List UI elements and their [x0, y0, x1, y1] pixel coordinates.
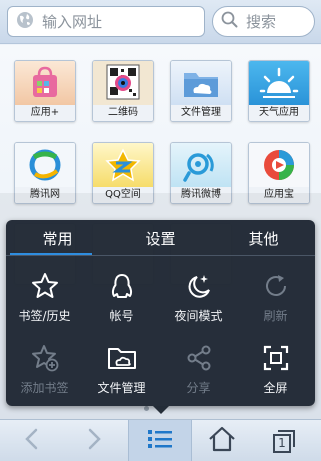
menu-item-add-bookmark[interactable]: 添加书签 — [6, 330, 83, 402]
qr-code-icon — [93, 61, 153, 105]
tab-divider — [6, 255, 315, 256]
tab-settings[interactable]: 设置 — [109, 220, 212, 256]
windows-icon: 1 — [271, 428, 297, 454]
menu-item-account[interactable]: 帐号 — [83, 258, 160, 330]
app-label: 文件管理 — [171, 105, 231, 121]
globe-icon — [16, 11, 34, 33]
app-tile-weather[interactable]: 天气应用 — [248, 60, 310, 122]
menu-tabs: 常用 设置 其他 — [6, 220, 315, 256]
folder-cloud-icon — [171, 61, 231, 105]
app-tile-qr-code[interactable]: 二维码 — [92, 60, 154, 122]
menu-pointer — [153, 406, 169, 414]
weather-sun-icon — [249, 61, 309, 105]
forward-arrow-icon — [84, 428, 104, 454]
menu-item-label: 全屏 — [263, 381, 288, 395]
url-input[interactable]: 输入网址 — [7, 6, 205, 37]
main-menu-panel: 常用 设置 其他 书签/历史 帐号 夜间模式 刷新 添加书签 文件管理 分享 全… — [6, 220, 315, 406]
forward-button[interactable] — [62, 420, 126, 461]
menu-item-label: 添加书签 — [20, 381, 69, 395]
menu-item-refresh[interactable]: 刷新 — [237, 258, 314, 330]
app-treasure-icon — [249, 143, 309, 187]
menu-item-fullscreen[interactable]: 全屏 — [237, 330, 314, 402]
folder-cloud-icon — [107, 343, 137, 373]
star-icon — [30, 271, 60, 301]
menu-item-label: 分享 — [186, 381, 211, 395]
menu-item-bookmarks-history[interactable]: 书签/历史 — [6, 258, 83, 330]
menu-item-label: 书签/历史 — [18, 309, 71, 323]
home-icon — [208, 426, 236, 456]
menu-item-label: 帐号 — [109, 309, 134, 323]
window-count: 1 — [278, 436, 286, 450]
back-button[interactable] — [0, 420, 64, 461]
app-label: 二维码 — [93, 105, 153, 121]
refresh-icon — [261, 271, 291, 301]
fullscreen-icon — [261, 343, 291, 373]
tencent-logo-icon — [15, 143, 75, 187]
url-placeholder: 输入网址 — [42, 13, 103, 31]
menu-item-file-manager[interactable]: 文件管理 — [83, 330, 160, 402]
search-input[interactable]: 搜索 — [212, 6, 315, 37]
app-plus-icon — [15, 61, 75, 105]
share-icon — [184, 343, 214, 373]
windows-button[interactable]: 1 — [252, 420, 316, 461]
menu-item-label: 夜间模式 — [174, 309, 223, 323]
app-label: 天气应用 — [249, 105, 309, 121]
back-arrow-icon — [22, 428, 42, 454]
menu-item-label: 刷新 — [263, 309, 288, 323]
app-tile-app-plus[interactable]: 应用+ — [14, 60, 76, 122]
app-label: 应用+ — [15, 105, 75, 121]
menu-item-label: 文件管理 — [97, 381, 146, 395]
menu-item-share[interactable]: 分享 — [160, 330, 237, 402]
qzone-star-icon — [93, 143, 153, 187]
search-icon — [221, 11, 238, 32]
night-moon-icon — [184, 271, 214, 301]
top-bar: 输入网址 搜索 — [0, 0, 321, 44]
menu-item-night-mode[interactable]: 夜间模式 — [160, 258, 237, 330]
tab-common[interactable]: 常用 — [6, 220, 109, 256]
weibo-icon — [171, 143, 231, 187]
menu-list-icon — [147, 428, 173, 454]
bottom-toolbar: 1 — [0, 419, 321, 461]
menu-button[interactable] — [128, 420, 192, 461]
search-placeholder: 搜索 — [246, 13, 277, 31]
home-button[interactable] — [190, 420, 254, 461]
add-bookmark-icon — [30, 343, 60, 373]
tab-other[interactable]: 其他 — [212, 220, 315, 256]
app-tile-file-manager[interactable]: 文件管理 — [170, 60, 232, 122]
account-icon — [107, 271, 137, 301]
